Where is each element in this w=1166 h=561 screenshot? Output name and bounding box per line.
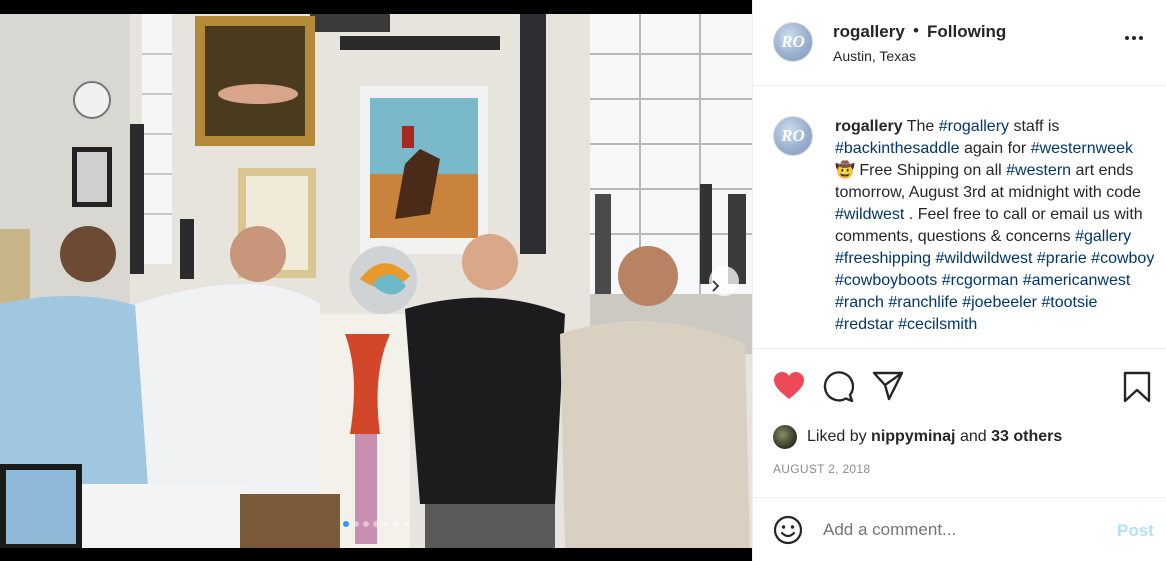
more-dot-icon: [1125, 36, 1129, 40]
carousel-next-button[interactable]: [709, 266, 739, 296]
caption-avatar[interactable]: RO: [773, 116, 813, 156]
carousel-dot: [393, 521, 399, 527]
more-dot-icon: [1139, 36, 1143, 40]
hashtag-link[interactable]: #western: [1006, 162, 1071, 179]
post-panel: RO rogallery • Following Austin, Texas R…: [752, 0, 1166, 561]
emoji-icon[interactable]: [773, 515, 803, 545]
post-actions: Liked by nippyminaj and 33 others AUGUST…: [753, 348, 1166, 498]
hashtag-link[interactable]: #westernweek: [1031, 140, 1133, 157]
caption-text: staff is: [1009, 118, 1060, 135]
avatar[interactable]: RO: [773, 22, 813, 62]
add-comment-bar: Post: [753, 497, 1166, 561]
hashtag-link[interactable]: #tootsie: [1041, 294, 1097, 311]
share-icon[interactable]: [872, 371, 904, 401]
caption-username[interactable]: rogallery: [835, 118, 903, 135]
hashtag-link[interactable]: #joebeeler: [962, 294, 1037, 311]
likes-others-link[interactable]: 33 others: [991, 428, 1062, 446]
carousel-dot: [383, 521, 389, 527]
carousel-dot: [343, 521, 349, 527]
hashtag-link[interactable]: #redstar: [835, 316, 894, 333]
bookmark-icon[interactable]: [1123, 371, 1151, 403]
hashtag-link[interactable]: #prarie: [1037, 250, 1087, 267]
hashtag-link[interactable]: #cowboyboots: [835, 272, 937, 289]
location-link[interactable]: Austin, Texas: [833, 48, 916, 64]
likes-middle: and: [959, 428, 987, 445]
liker-avatar[interactable]: [773, 425, 797, 449]
hashtag-link[interactable]: #rogallery: [939, 118, 1009, 135]
comments-area[interactable]: RO rogallery The #rogallery staff is #ba…: [753, 86, 1166, 348]
post-comment-button[interactable]: Post: [1117, 521, 1154, 541]
post-header: RO rogallery • Following Austin, Texas: [753, 0, 1166, 86]
hashtag-link[interactable]: #wildwildwest: [936, 250, 1033, 267]
caption-text: again for: [959, 140, 1031, 157]
caption-text: The: [906, 118, 939, 135]
post-date[interactable]: AUGUST 2, 2018: [773, 462, 870, 476]
hashtag-link[interactable]: #rcgorman: [942, 272, 1018, 289]
comment-input[interactable]: [823, 520, 1103, 540]
following-button[interactable]: Following: [927, 22, 1006, 42]
hashtag-link[interactable]: #cecilsmith: [898, 316, 977, 333]
liker-username[interactable]: nippyminaj: [871, 428, 955, 446]
hashtag-link[interactable]: #ranch: [835, 294, 884, 311]
carousel-dot: [353, 521, 359, 527]
chevron-right-icon: [712, 280, 720, 292]
gallery-staff-photo: [0, 14, 752, 548]
hashtag-link[interactable]: #gallery: [1075, 228, 1131, 245]
carousel-dot: [403, 521, 409, 527]
carousel-dot: [373, 521, 379, 527]
header-separator: •: [913, 21, 919, 40]
more-dot-icon: [1132, 36, 1136, 40]
post-photo[interactable]: [0, 0, 752, 561]
caption-text: 🤠 Free Shipping on all: [835, 162, 1007, 179]
heart-filled-icon[interactable]: [773, 371, 805, 401]
likes-prefix: Liked by: [807, 428, 867, 445]
carousel-dot: [363, 521, 369, 527]
hashtag-link[interactable]: #freeshipping: [835, 250, 931, 267]
hashtag-link[interactable]: #backinthesaddle: [835, 140, 960, 157]
header-username[interactable]: rogallery: [833, 22, 905, 42]
likes-summary: Liked by nippyminaj and 33 others: [773, 425, 1062, 449]
hashtag-link[interactable]: #wildwest: [835, 206, 904, 223]
comment-icon[interactable]: [822, 371, 854, 403]
hashtag-link[interactable]: #americanwest: [1023, 272, 1131, 289]
hashtag-link[interactable]: #ranchlife: [888, 294, 957, 311]
post-caption: rogallery The #rogallery staff is #backi…: [835, 116, 1155, 336]
carousel-dots: [0, 521, 752, 527]
hashtag-link[interactable]: #cowboy: [1091, 250, 1154, 267]
more-options-button[interactable]: [1125, 36, 1143, 40]
